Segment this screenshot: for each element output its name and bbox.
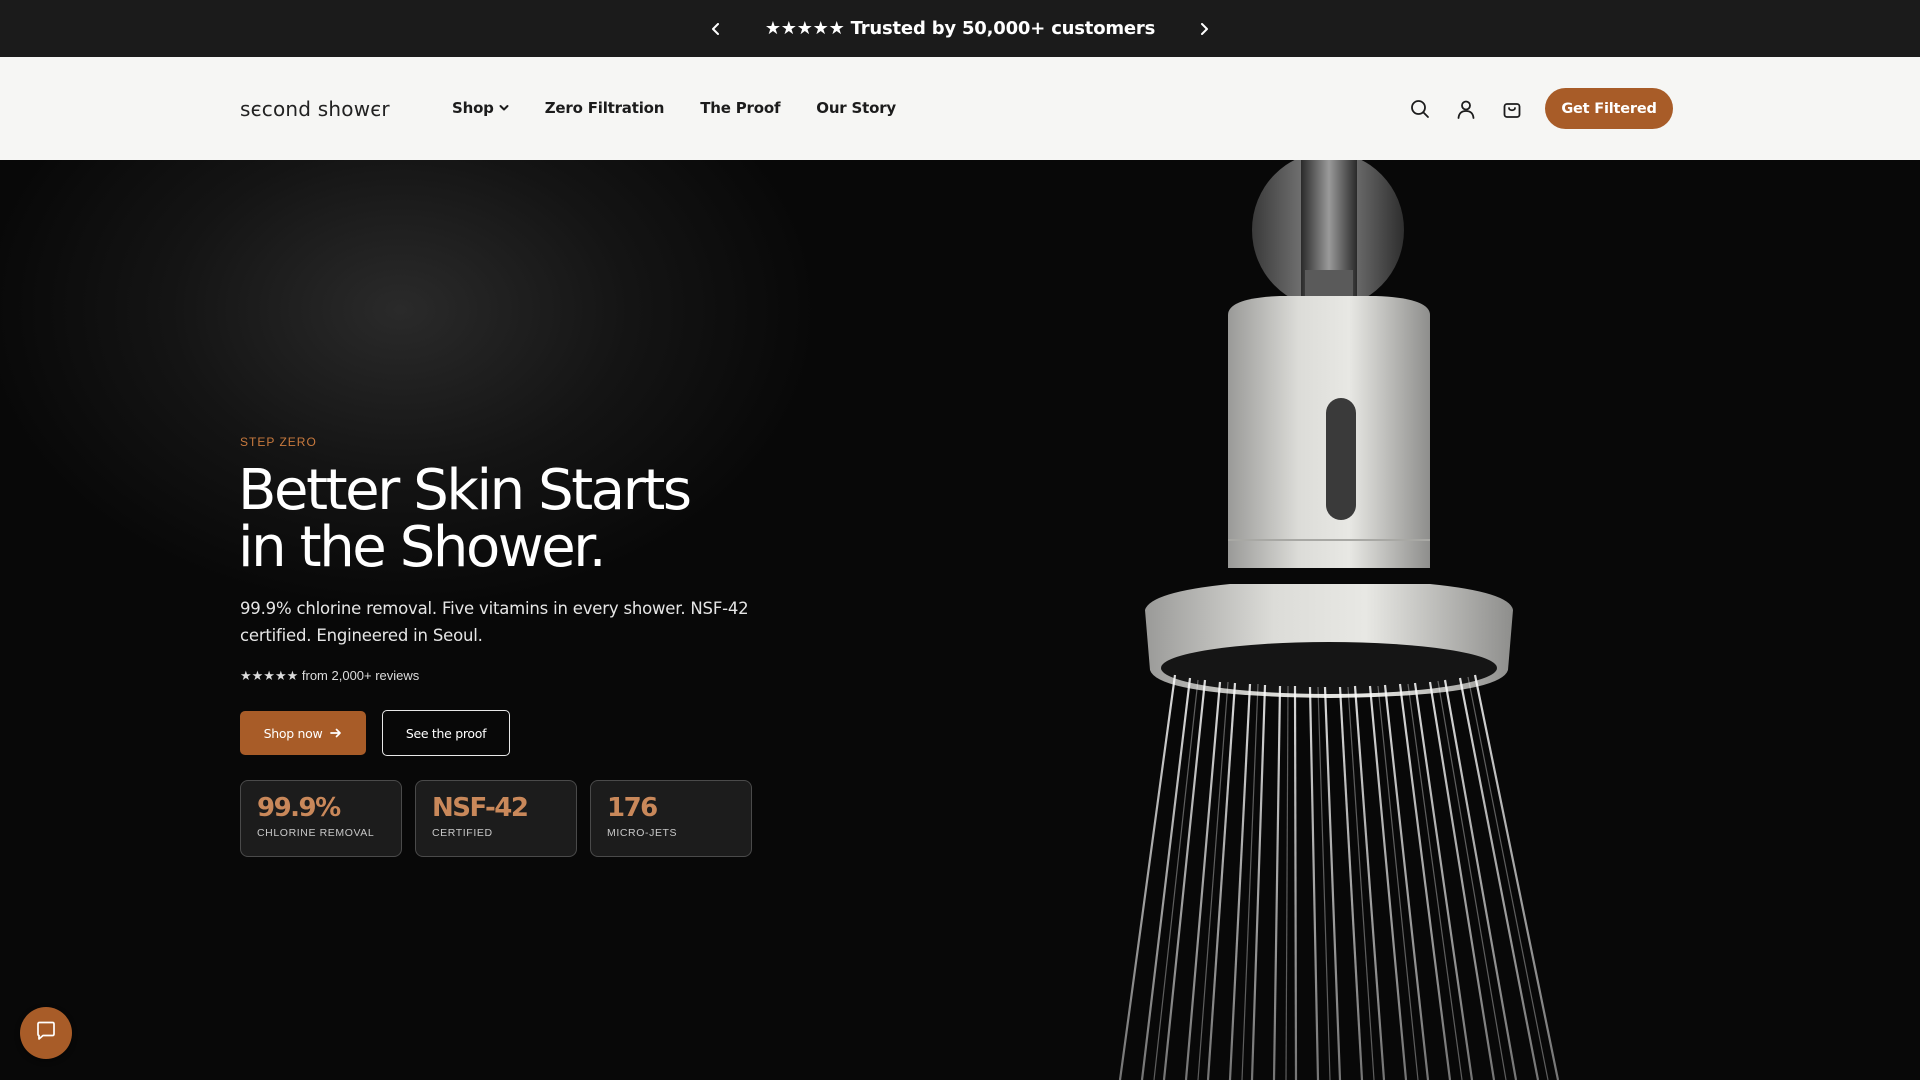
nav-zero-filtration[interactable]: Zero Filtration <box>545 99 665 117</box>
stat-value: 99.9% <box>257 793 341 823</box>
chevron-right-icon[interactable] <box>1193 18 1215 40</box>
cart-icon[interactable] <box>1500 97 1524 121</box>
stat-card-micro-jets: 176 MICRO-JETS <box>590 780 752 857</box>
header-icons <box>1408 97 1546 121</box>
nav-shop-label: Shop <box>452 99 494 117</box>
hero-section: STEP ZERO Better Skin Starts in the Show… <box>0 160 1920 1080</box>
arrow-right-icon <box>330 728 342 738</box>
stat-label: CHLORINE REMOVAL <box>257 827 375 839</box>
get-filtered-button[interactable]: Get Filtered <box>1545 88 1673 129</box>
stat-card-certified: NSF-42 CERTIFIED <box>415 780 577 857</box>
chevron-down-icon <box>499 104 509 112</box>
shop-now-label: Shop now <box>263 725 323 741</box>
nav-our-story[interactable]: Our Story <box>816 99 896 117</box>
hero-headline-line1: Better Skin Starts <box>238 458 692 523</box>
hero-headline: Better Skin Starts in the Shower. <box>238 458 692 580</box>
hero-subtext: 99.9% chlorine removal. Five vitamins in… <box>240 599 749 645</box>
announcement-bar: ★★★★★ Trusted by 50,000+ customers <box>0 0 1920 57</box>
stat-label: MICRO-JETS <box>607 827 678 839</box>
chevron-left-icon[interactable] <box>705 18 727 40</box>
nav-the-proof[interactable]: The Proof <box>700 99 780 117</box>
nav-shop[interactable]: Shop <box>452 99 509 117</box>
main-nav: Shop Zero Filtration The Proof Our Story <box>452 99 932 117</box>
chat-launcher-button[interactable] <box>20 1007 72 1059</box>
stat-value: NSF-42 <box>432 793 529 823</box>
shop-now-button[interactable]: Shop now <box>240 711 366 755</box>
hero-headline-line2: in the Shower. <box>238 515 607 580</box>
search-icon[interactable] <box>1408 97 1432 121</box>
chat-icon <box>35 1020 57 1047</box>
stat-card-chlorine: 99.9% CHLORINE REMOVAL <box>240 780 402 857</box>
site-logo[interactable]: sєcond showєr <box>240 97 390 121</box>
see-the-proof-button[interactable]: See the proof <box>382 710 510 756</box>
stat-label: CERTIFIED <box>432 827 493 839</box>
stat-value: 176 <box>607 793 658 823</box>
site-header: sєcond showєr Shop Zero Filtration The P… <box>0 57 1920 160</box>
hero-eyebrow: STEP ZERO <box>240 435 317 449</box>
account-icon[interactable] <box>1454 97 1478 121</box>
announcement-text: ★★★★★ Trusted by 50,000+ customers <box>764 18 1156 39</box>
hero-stats: 99.9% CHLORINE REMOVAL NSF-42 CERTIFIED … <box>240 780 765 857</box>
showerhead-image <box>1118 160 1560 1080</box>
hero-reviews: ★★★★★ from 2,000+ reviews <box>240 668 420 683</box>
